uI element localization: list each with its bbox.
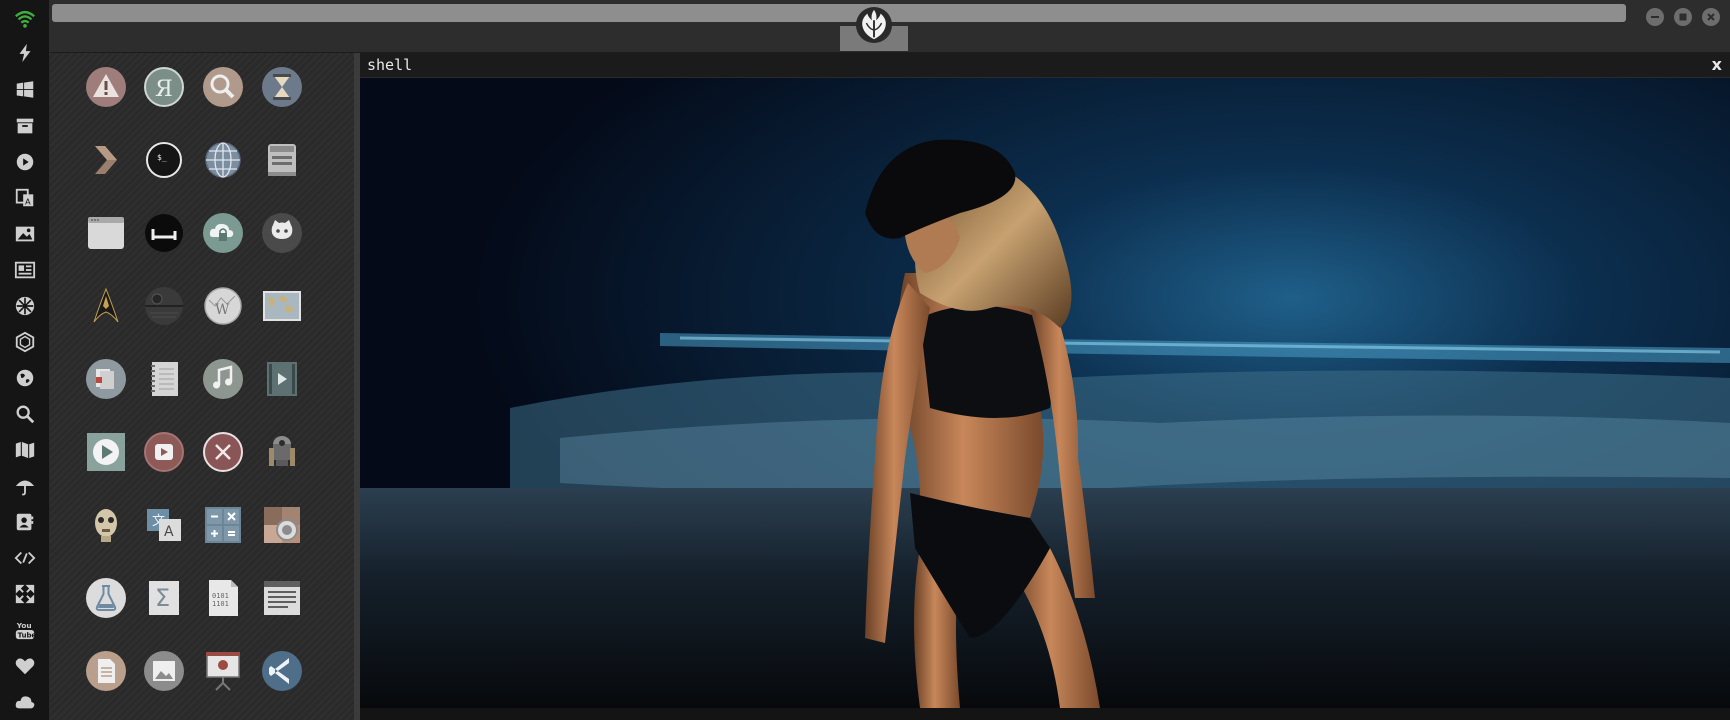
music-icon[interactable]	[200, 356, 246, 402]
chevron-icon[interactable]	[83, 137, 129, 183]
search-icon[interactable]	[12, 401, 38, 427]
media-player-icon[interactable]	[83, 429, 129, 475]
document-icon[interactable]	[83, 648, 129, 694]
svg-text:1101: 1101	[212, 600, 229, 608]
umbrella-icon[interactable]	[12, 473, 38, 499]
heart-icon[interactable]	[12, 653, 38, 679]
drive-icon[interactable]	[259, 137, 305, 183]
warning-icon[interactable]	[83, 64, 129, 110]
contacts-icon[interactable]	[12, 509, 38, 535]
translator-icon[interactable]: 文A	[141, 502, 187, 548]
globe-icon[interactable]	[12, 365, 38, 391]
wifi-icon[interactable]	[12, 6, 38, 32]
map-icon[interactable]	[12, 437, 38, 463]
left-dock: A You Tube	[0, 0, 50, 720]
yandex-icon[interactable]: Я	[141, 64, 187, 110]
minimize-button[interactable]	[1646, 8, 1664, 26]
hourglass-icon[interactable]	[259, 64, 305, 110]
close-icon	[1707, 13, 1715, 21]
r2d2-icon[interactable]	[259, 429, 305, 475]
shell-close-button[interactable]: x	[1712, 55, 1722, 74]
death-star-icon[interactable]	[141, 283, 187, 329]
flask-icon[interactable]	[83, 575, 129, 621]
github-icon[interactable]	[259, 210, 305, 256]
rebel-alliance-icon[interactable]	[855, 6, 893, 44]
starfleet-icon[interactable]	[83, 283, 129, 329]
svg-text:Tube: Tube	[18, 631, 36, 639]
binary-file-icon[interactable]: 0101 1101	[200, 575, 246, 621]
close-button[interactable]	[1702, 8, 1720, 26]
empire-icon[interactable]	[12, 293, 38, 319]
video-icon[interactable]	[259, 356, 305, 402]
cloud-lock-icon[interactable]	[200, 210, 246, 256]
youtube-icon[interactable]: You Tube	[12, 617, 38, 643]
vscode-icon[interactable]	[259, 648, 305, 694]
svg-text:0101: 0101	[212, 592, 229, 600]
top-bar	[49, 0, 1730, 52]
bed-icon[interactable]	[141, 210, 187, 256]
cloud-icon[interactable]	[12, 689, 38, 715]
wallpaper-photo	[360, 78, 1730, 708]
shell-window: shell x	[360, 53, 1730, 720]
svg-text:Σ: Σ	[155, 584, 170, 612]
picture-icon[interactable]	[141, 648, 187, 694]
code-icon[interactable]	[12, 545, 38, 571]
svg-text:W: W	[215, 302, 230, 318]
image-icon[interactable]	[12, 221, 38, 247]
maximize-icon	[1679, 13, 1687, 21]
lightning-icon[interactable]	[12, 40, 38, 66]
camera-icon[interactable]	[259, 502, 305, 548]
browser-window-icon[interactable]	[83, 210, 129, 256]
file-manager-icon[interactable]	[83, 356, 129, 402]
close-circle-icon[interactable]	[200, 429, 246, 475]
archive-icon[interactable]	[12, 113, 38, 139]
terminal-icon[interactable]: $_	[141, 137, 187, 183]
calculator-icon[interactable]	[200, 502, 246, 548]
svg-text:A: A	[25, 196, 31, 206]
svg-text:A: A	[164, 524, 174, 540]
windows-icon[interactable]	[12, 77, 38, 103]
presentation-icon[interactable]	[200, 648, 246, 694]
c3po-icon[interactable]	[83, 502, 129, 548]
news-icon[interactable]	[12, 257, 38, 283]
hexagon-icon[interactable]	[12, 329, 38, 355]
magnifier-icon[interactable]	[200, 64, 246, 110]
translate-icon[interactable]: A	[12, 185, 38, 211]
notebook-icon[interactable]	[141, 356, 187, 402]
video-player-icon[interactable]	[141, 429, 187, 475]
fullscreen-icon[interactable]	[12, 581, 38, 607]
shell-title: shell	[367, 56, 413, 74]
text-editor-icon[interactable]	[259, 575, 305, 621]
globe-network-icon[interactable]	[200, 137, 246, 183]
app-launcher-panel: Я $_ W 文 A Σ 0101 1101	[50, 53, 354, 720]
svg-text:You: You	[16, 621, 32, 630]
maximize-button[interactable]	[1674, 8, 1692, 26]
svg-text:$_: $_	[157, 153, 167, 162]
svg-text:Я: Я	[155, 77, 173, 102]
top-search-bar[interactable]	[52, 4, 1626, 22]
minimize-icon	[1651, 16, 1659, 18]
sigma-icon[interactable]: Σ	[141, 575, 187, 621]
shell-titlebar: shell x	[360, 53, 1730, 78]
wikipedia-icon[interactable]: W	[200, 283, 246, 329]
play-icon[interactable]	[12, 149, 38, 175]
world-map-icon[interactable]	[259, 283, 305, 329]
